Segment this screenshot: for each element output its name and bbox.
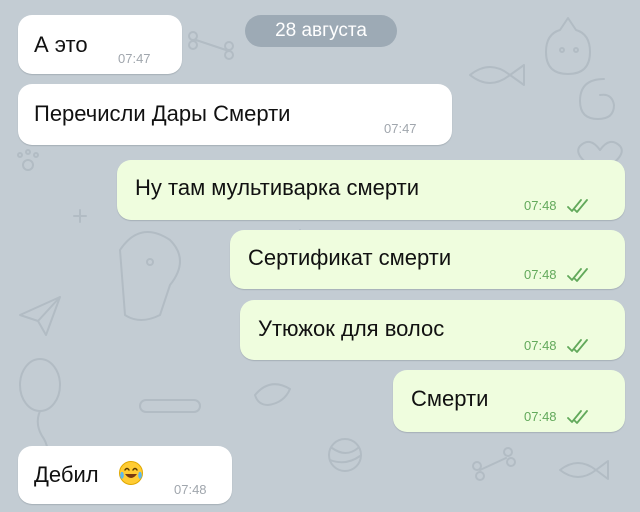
read-checks-icon [567, 199, 588, 213]
message-text: Дебил [34, 462, 99, 487]
message-time: 07:47 [118, 51, 151, 66]
tears-of-joy-emoji-icon [119, 461, 143, 485]
chat-area[interactable]: 28 августа А это 07:47 Перечисли Дары См… [0, 0, 640, 512]
read-checks-icon [567, 410, 588, 424]
outgoing-message[interactable]: Утюжок для волос 07:48 [240, 300, 625, 360]
message-time: 07:48 [524, 338, 557, 353]
message-text: Перечисли Дары Смерти [34, 101, 291, 126]
read-checks-icon [567, 268, 588, 282]
message-text: Сертификат смерти [248, 245, 452, 270]
message-time: 07:47 [384, 121, 417, 136]
message-time: 07:48 [524, 267, 557, 282]
message-text: Ну там мультиварка смерти [135, 175, 419, 200]
incoming-message[interactable]: А это 07:47 [18, 15, 182, 74]
message-time: 07:48 [524, 198, 557, 213]
outgoing-message[interactable]: Сертификат смерти 07:48 [230, 230, 625, 289]
message-time: 07:48 [524, 409, 557, 424]
incoming-message[interactable]: Перечисли Дары Смерти 07:47 [18, 84, 452, 145]
date-separator: 28 августа [245, 15, 397, 47]
message-text: Смерти [411, 386, 489, 411]
read-checks-icon [567, 339, 588, 353]
outgoing-message[interactable]: Смерти 07:48 [393, 370, 625, 432]
message-text: Утюжок для волос [258, 316, 445, 341]
message-text: А это [34, 32, 88, 57]
incoming-message[interactable]: Дебил 07:48 [18, 446, 232, 504]
message-time: 07:48 [174, 482, 207, 497]
outgoing-message[interactable]: Ну там мультиварка смерти 07:48 [117, 160, 625, 220]
